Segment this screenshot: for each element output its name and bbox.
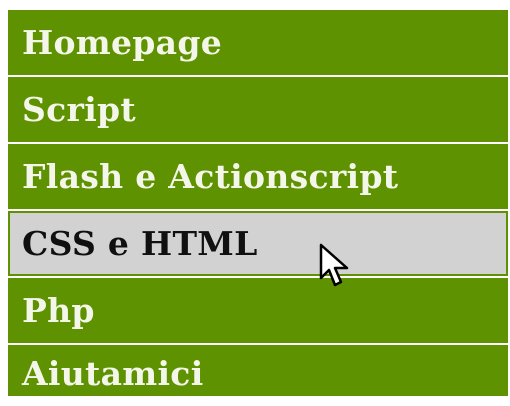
mouse-pointer-icon (319, 243, 349, 287)
menu-item-script[interactable]: Script (8, 77, 508, 142)
navigation-menu: Homepage Script Flash e Actionscript CSS… (8, 10, 508, 396)
menu-item-php[interactable]: Php (8, 278, 508, 343)
menu-item-label: Homepage (22, 23, 223, 62)
menu-item-css-html[interactable]: CSS e HTML (8, 211, 508, 276)
menu-item-label: Flash e Actionscript (22, 157, 399, 196)
menu-item-aiutamici[interactable]: Aiutamici (8, 345, 508, 396)
menu-item-label: Aiutamici (22, 354, 204, 393)
menu-item-label: CSS e HTML (22, 224, 258, 263)
menu-item-homepage[interactable]: Homepage (8, 10, 508, 75)
menu-item-flash-actionscript[interactable]: Flash e Actionscript (8, 144, 508, 209)
menu-item-label: Script (22, 90, 136, 129)
menu-item-label: Php (22, 291, 95, 330)
